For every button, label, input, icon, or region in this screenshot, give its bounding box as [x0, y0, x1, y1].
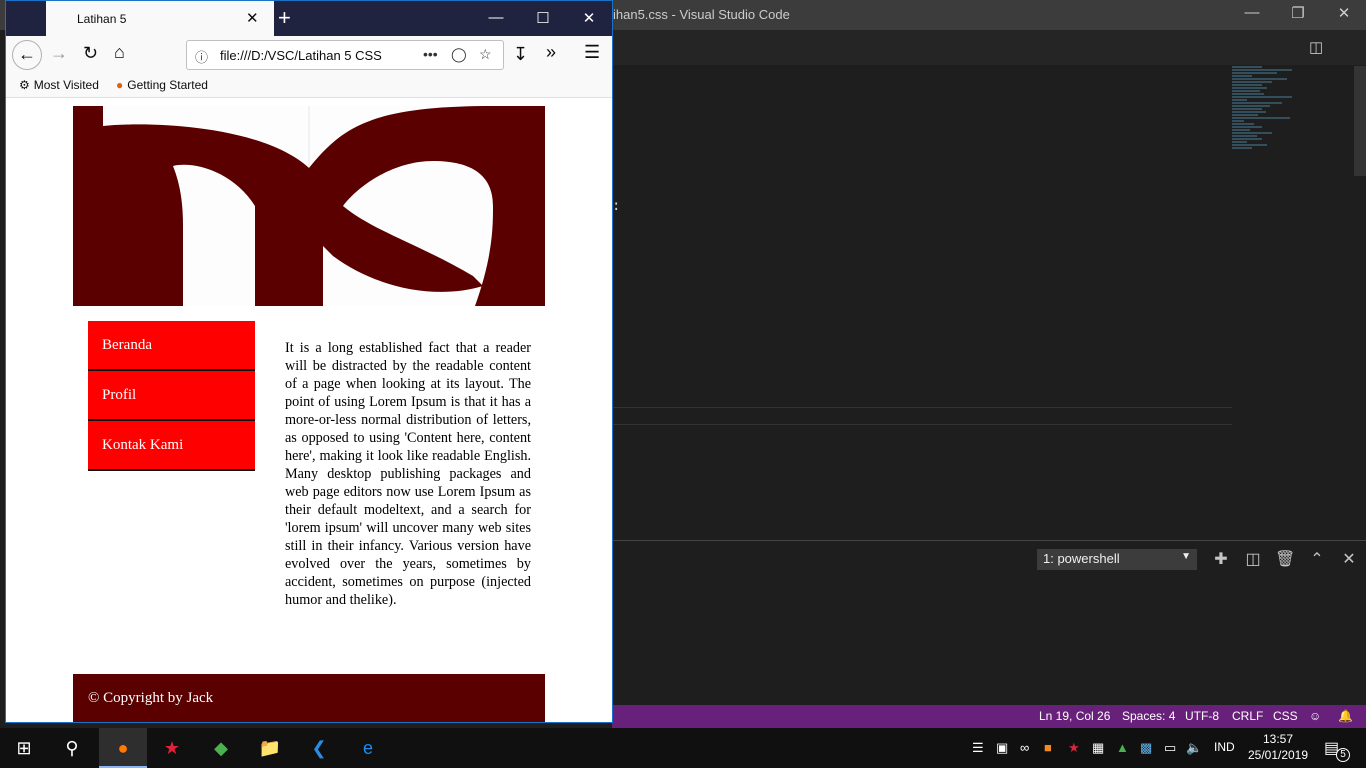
- firefox-icon: ●: [116, 78, 124, 92]
- divider: [612, 407, 1232, 408]
- clock[interactable]: 13:57 25/01/2019: [1246, 731, 1310, 763]
- status-spaces[interactable]: Spaces: 4: [1122, 709, 1175, 723]
- url-input[interactable]: file:///D:/VSC/Latihan 5 CSS: [220, 48, 390, 63]
- close-panel-icon[interactable]: ✕: [1339, 549, 1359, 569]
- web-page: Beranda Profil Kontak Kami It is a long …: [6, 98, 612, 722]
- tray-app-icon[interactable]: ▩: [1140, 740, 1152, 756]
- tray-app-icon[interactable]: ▲: [1116, 740, 1129, 755]
- edge-taskbar-icon[interactable]: e: [344, 728, 392, 768]
- minimize-icon[interactable]: —: [486, 9, 506, 26]
- feedback-icon[interactable]: ☺: [1309, 709, 1321, 723]
- bookmarks-toolbar: ⚙ Most Visited ● Getting Started: [6, 74, 612, 98]
- trash-icon[interactable]: 🗑: [1275, 549, 1295, 569]
- vscode-title: ihan5.css - Visual Studio Code: [613, 7, 790, 22]
- firefox-window: Latihan 5 ✕ + — ☐ ✕ ← → ↻ ⌂ ⓘ file:///D:…: [5, 0, 613, 723]
- maximize-panel-icon[interactable]: ⌃: [1307, 549, 1327, 569]
- forward-icon[interactable]: →: [50, 43, 68, 64]
- status-position[interactable]: Ln 19, Col 26: [1039, 709, 1110, 723]
- volume-icon[interactable]: 🔈: [1186, 740, 1202, 756]
- minimize-icon[interactable]: —: [1242, 4, 1262, 21]
- article-text: It is a long established fact that a rea…: [285, 340, 531, 608]
- split-terminal-icon[interactable]: ◫: [1243, 549, 1263, 569]
- banner-logo: [73, 106, 545, 306]
- close-tab-icon[interactable]: ✕: [246, 9, 259, 27]
- menu-icon[interactable]: ☰: [584, 42, 600, 63]
- close-icon[interactable]: ✕: [1334, 4, 1354, 22]
- home-icon[interactable]: ⌂: [114, 42, 125, 63]
- nav-item-profil[interactable]: Profil: [88, 371, 255, 421]
- minimap[interactable]: [1232, 66, 1352, 226]
- editor-tabbar: [612, 30, 1366, 65]
- bookmark-label: Getting Started: [127, 78, 208, 92]
- split-editor-icon[interactable]: ◫: [1309, 38, 1323, 56]
- status-eol[interactable]: CRLF: [1232, 709, 1263, 723]
- browser-tab[interactable]: Latihan 5 ✕: [46, 1, 274, 36]
- tray-app-icon[interactable]: ▣: [996, 740, 1008, 756]
- taskbar: ⊞ ⚲ ● ★ ◆ 📁 ❮ e ☰ ▣ ∞ ■ ★ ▦ ▲ ▩ ▭ 🔈 IND …: [0, 728, 1366, 768]
- bookmark-getting-started[interactable]: ● Getting Started: [116, 78, 208, 92]
- reload-icon[interactable]: ↻: [83, 43, 98, 64]
- navigation-toolbar: ← → ↻ ⌂ ⓘ file:///D:/VSC/Latihan 5 CSS •…: [6, 36, 612, 74]
- wifi-icon[interactable]: ☰: [972, 740, 984, 756]
- app-taskbar-icon[interactable]: ★: [148, 728, 196, 768]
- page-actions-icon[interactable]: •••: [423, 46, 438, 62]
- editor-text-fragment: :: [612, 198, 621, 214]
- battery-icon[interactable]: ▭: [1164, 740, 1176, 756]
- windows-start-icon[interactable]: ⊞: [0, 728, 48, 768]
- pocket-icon[interactable]: ◯: [451, 46, 467, 63]
- side-navigation: Beranda Profil Kontak Kami: [88, 321, 255, 471]
- chevron-down-icon: ▼: [1181, 551, 1191, 562]
- terminal-select[interactable]: 1: powershell ▼: [1037, 549, 1197, 570]
- maximize-icon[interactable]: ☐: [533, 9, 553, 27]
- vscode-taskbar-icon[interactable]: ❮: [295, 728, 343, 768]
- git-taskbar-icon[interactable]: ◆: [197, 728, 245, 768]
- bookmark-star-icon[interactable]: ☆: [479, 46, 492, 63]
- gear-icon: ⚙: [19, 78, 30, 92]
- bell-icon[interactable]: 🔔: [1338, 709, 1353, 723]
- firefox-taskbar-icon[interactable]: ●: [99, 728, 147, 768]
- search-icon[interactable]: ⚲: [48, 728, 96, 768]
- terminal-select-value: 1: powershell: [1043, 551, 1120, 566]
- download-icon[interactable]: ↧: [513, 44, 528, 65]
- file-explorer-icon[interactable]: 📁: [246, 728, 294, 768]
- security-icon[interactable]: ▦: [1092, 740, 1104, 756]
- clock-time: 13:57: [1262, 732, 1294, 746]
- nav-item-kontak-kami[interactable]: Kontak Kami: [88, 421, 255, 471]
- logo-graphic: [73, 106, 545, 306]
- notification-count: 5: [1336, 748, 1350, 762]
- clock-date: 25/01/2019: [1247, 748, 1309, 762]
- tab-strip: Latihan 5 ✕ + — ☐ ✕: [6, 1, 612, 36]
- link-icon[interactable]: ∞: [1020, 740, 1029, 755]
- status-bar: Ln 19, Col 26 Spaces: 4 UTF-8 CRLF CSS ☺…: [612, 705, 1366, 728]
- status-language[interactable]: CSS: [1273, 709, 1298, 723]
- tray-app-icon[interactable]: ★: [1068, 740, 1080, 756]
- editor-scrollbar[interactable]: [1354, 66, 1366, 176]
- status-encoding[interactable]: UTF-8: [1185, 709, 1219, 723]
- bookmark-most-visited[interactable]: ⚙ Most Visited: [19, 78, 99, 92]
- url-bar[interactable]: ⓘ file:///D:/VSC/Latihan 5 CSS ••• ◯ ☆: [186, 40, 504, 70]
- info-icon[interactable]: ⓘ: [195, 47, 208, 66]
- tray-app-icon[interactable]: ■: [1044, 740, 1052, 755]
- tab-title: Latihan 5: [77, 12, 127, 26]
- overflow-icon[interactable]: »: [546, 42, 556, 63]
- back-icon[interactable]: ←: [12, 40, 42, 70]
- language-indicator[interactable]: IND: [1214, 740, 1235, 754]
- divider: [612, 424, 1232, 425]
- close-icon[interactable]: ✕: [579, 9, 599, 27]
- page-footer: © Copyright by Jack: [73, 674, 545, 722]
- restore-icon[interactable]: ❐: [1288, 4, 1308, 22]
- bookmark-label: Most Visited: [33, 78, 99, 92]
- nav-item-beranda[interactable]: Beranda: [88, 321, 255, 371]
- new-terminal-icon[interactable]: ✚: [1211, 549, 1231, 569]
- copyright-text: © Copyright by Jack: [88, 690, 214, 706]
- new-tab-icon[interactable]: +: [278, 5, 291, 31]
